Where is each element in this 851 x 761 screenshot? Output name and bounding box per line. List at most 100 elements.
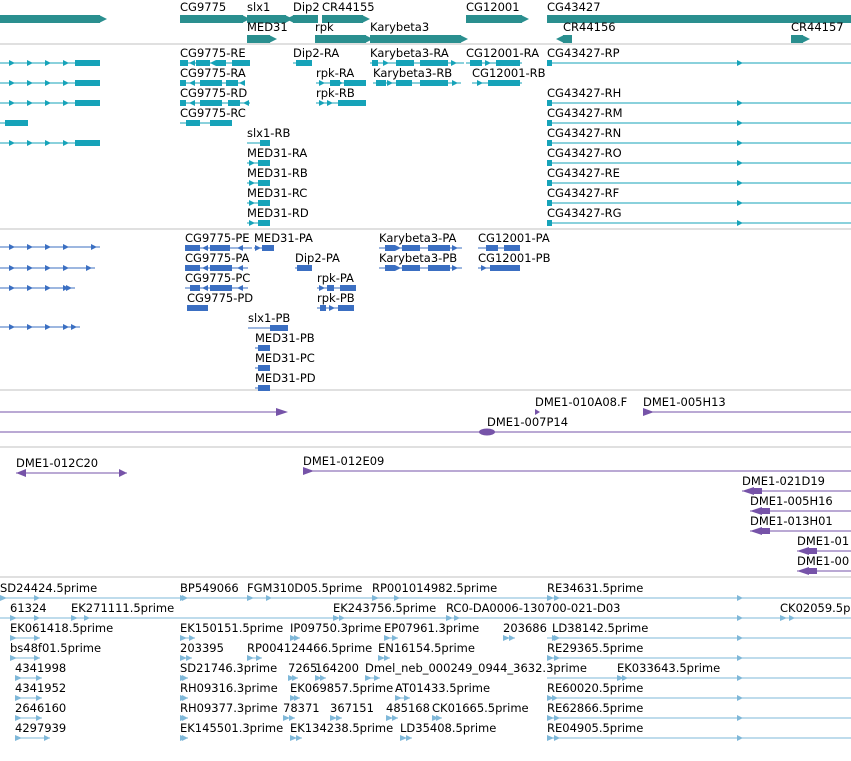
protein-karybeta3-pa: Karybeta3-PA: [379, 231, 462, 251]
est-ek069857-5prime: EK069857.5prime: [290, 681, 393, 701]
transcript-karybeta3-rb: Karybeta3-RB: [373, 66, 461, 86]
protein-cg12001-pb: CG12001-PB: [478, 251, 551, 271]
feature-label: EK134238.5prime: [290, 721, 393, 735]
feature-label: DME1-012C20: [16, 456, 98, 470]
feature-label: slx1-RB: [247, 126, 290, 140]
feature-label: rpk-PB: [317, 291, 355, 305]
feature-label: CK02059.5p: [780, 601, 850, 615]
clone-feature: [0, 408, 288, 416]
feature-label: 7265: [288, 661, 317, 675]
clone-dme1-021d19: DME1-021D19: [742, 474, 851, 495]
protein-slx1-pb: slx1-PB: [248, 311, 290, 331]
est-2646160: 2646160: [15, 701, 66, 721]
est-4341998: 4341998: [15, 661, 66, 681]
feature-label: AT01433.5prime: [395, 681, 490, 695]
est-ek061418-5prime: EK061418.5prime: [10, 621, 113, 641]
feature-label: RE60020.5prime: [547, 681, 643, 695]
feature-label: CG12001-PB: [478, 251, 551, 265]
feature-label: 164200: [315, 661, 359, 675]
est-feature: [547, 735, 851, 741]
transcript-cg43427-rn: CG43427-RN: [547, 126, 851, 146]
feature-label: CG43427-RE: [547, 166, 620, 180]
protein-rpk-pb: rpk-PB: [317, 291, 355, 311]
transcript-cg43427-rm: CG43427-RM: [547, 106, 851, 126]
feature-label: MED31-PA: [254, 231, 313, 245]
est-en16154-5prime: EN16154.5prime: [378, 641, 475, 661]
est-203395: 203395: [180, 641, 224, 661]
est-7265: 7265: [288, 661, 317, 681]
transcript-cg43427-rh: CG43427-RH: [547, 86, 851, 106]
feature-label: CG43427-RP: [547, 46, 620, 60]
gene-cg12001: CG12001: [466, 0, 529, 23]
clone-feature: [0, 428, 851, 436]
feature-label: CG43427-RH: [547, 86, 621, 100]
transcript-cg12001-rb: CG12001-RB: [472, 66, 546, 86]
feature-label: DME1-01: [797, 534, 849, 548]
feature-label: BP549066: [180, 581, 239, 595]
est-4297939: 4297939: [15, 721, 66, 741]
protein-med31-pc: MED31-PC: [255, 351, 315, 371]
protein-med31-pa: MED31-PA: [254, 231, 313, 251]
clone-dme1-00: DME1-00: [797, 554, 851, 575]
genome-browser-view: CG9775 slx1 Dip2 CR44155 MED31 rpk Karybeta3 CG…: [0, 0, 851, 761]
transcript-cg9775-rd: CG9775-RD: [180, 86, 250, 106]
feature-label: FGM310D05.5prime: [247, 581, 362, 595]
transcript-med31-rb: MED31-RB: [247, 166, 308, 186]
feature-label: MED31-PD: [255, 371, 316, 385]
protein-cg9775-pd: CG9775-PD: [187, 291, 253, 311]
transcript-karybeta3-ra: Karybeta3-RA: [370, 46, 464, 66]
feature-label: DME1-013H01: [750, 514, 833, 528]
est-ek145501-3prime: EK145501.3prime: [180, 721, 283, 741]
est-ld35408-5prime: LD35408.5prime: [400, 721, 496, 741]
feature-label: CG9775-RC: [180, 106, 246, 120]
feature-label: 2646160: [15, 701, 66, 715]
protein-karybeta3-pb: Karybeta3-PB: [379, 251, 462, 271]
transcript-cg9775-ra: CG9775-RA: [180, 66, 246, 86]
feature-label: RH09377.3prime: [180, 701, 278, 715]
clone-dme1-005h13: DME1-005H13: [643, 395, 851, 416]
feature-label: rpk-RB: [316, 86, 355, 100]
clone-dme1-013h01: DME1-013H01: [750, 514, 851, 535]
transcript-cg43427-rg: CG43427-RG: [547, 206, 851, 226]
feature-label: DME1-007P14: [487, 415, 568, 429]
feature-label: CR44157: [791, 20, 844, 34]
feature-label: MED31-PB: [255, 331, 315, 345]
feature-label: IP09750.3prime: [290, 621, 381, 635]
feature-label: EK150151.5prime: [180, 621, 283, 635]
feature-label: CG9775-RE: [180, 46, 246, 60]
est-sd21746-3prime: SD21746.3prime: [180, 661, 277, 681]
protein-feature: [0, 265, 95, 271]
feature-label: Karybeta3-PB: [379, 251, 457, 265]
gene-cr44156: CR44156: [556, 20, 616, 43]
est-4341952: 4341952: [15, 681, 66, 701]
transcript-feature: [0, 120, 28, 126]
feature-label: Dmel_neb_000249_0944_3632.3prime: [365, 661, 587, 675]
feature-label: 367151: [330, 701, 374, 715]
feature-label: CG9775-PD: [187, 291, 253, 305]
est-ck01665-5prime: CK01665.5prime: [432, 701, 529, 721]
protein-dip2-pa: Dip2-PA: [295, 251, 340, 271]
feature-label: slx1: [247, 0, 270, 14]
feature-label: CG12001: [466, 0, 520, 14]
protein-cg12001-pa: CG12001-PA: [478, 231, 550, 251]
feature-label: MED31-RD: [247, 206, 309, 220]
protein-feature: [0, 324, 80, 330]
feature-label: MED31-RB: [247, 166, 308, 180]
feature-label: EK061418.5prime: [10, 621, 113, 635]
feature-label: CG43427-RO: [547, 146, 622, 160]
feature-label: RE04905.5prime: [547, 721, 643, 735]
feature-label: EK145501.3prime: [180, 721, 283, 735]
feature-label: RC0-DA0006-130700-021-D03: [446, 601, 621, 615]
transcript-med31-rc: MED31-RC: [247, 186, 307, 206]
feature-label: MED31-RA: [247, 146, 307, 160]
protein-med31-pb: MED31-PB: [255, 331, 315, 351]
clone-dme1-005h16: DME1-005H16: [750, 494, 851, 515]
feature-tracks: CG9775 slx1 Dip2 CR44155 MED31 rpk Karybeta3 CG…: [0, 0, 851, 741]
gene-karybeta3: Karybeta3: [370, 20, 468, 43]
feature-label: CG43427: [547, 0, 601, 14]
protein-cg9775-pe: CG9775-PE: [185, 231, 252, 251]
transcript-feature: [0, 60, 100, 66]
est-ep07961-3prime: EP07961.3prime: [384, 621, 479, 641]
clone-dme1-012c20: DME1-012C20: [16, 456, 127, 477]
feature-label: DME1-005H13: [643, 395, 726, 409]
